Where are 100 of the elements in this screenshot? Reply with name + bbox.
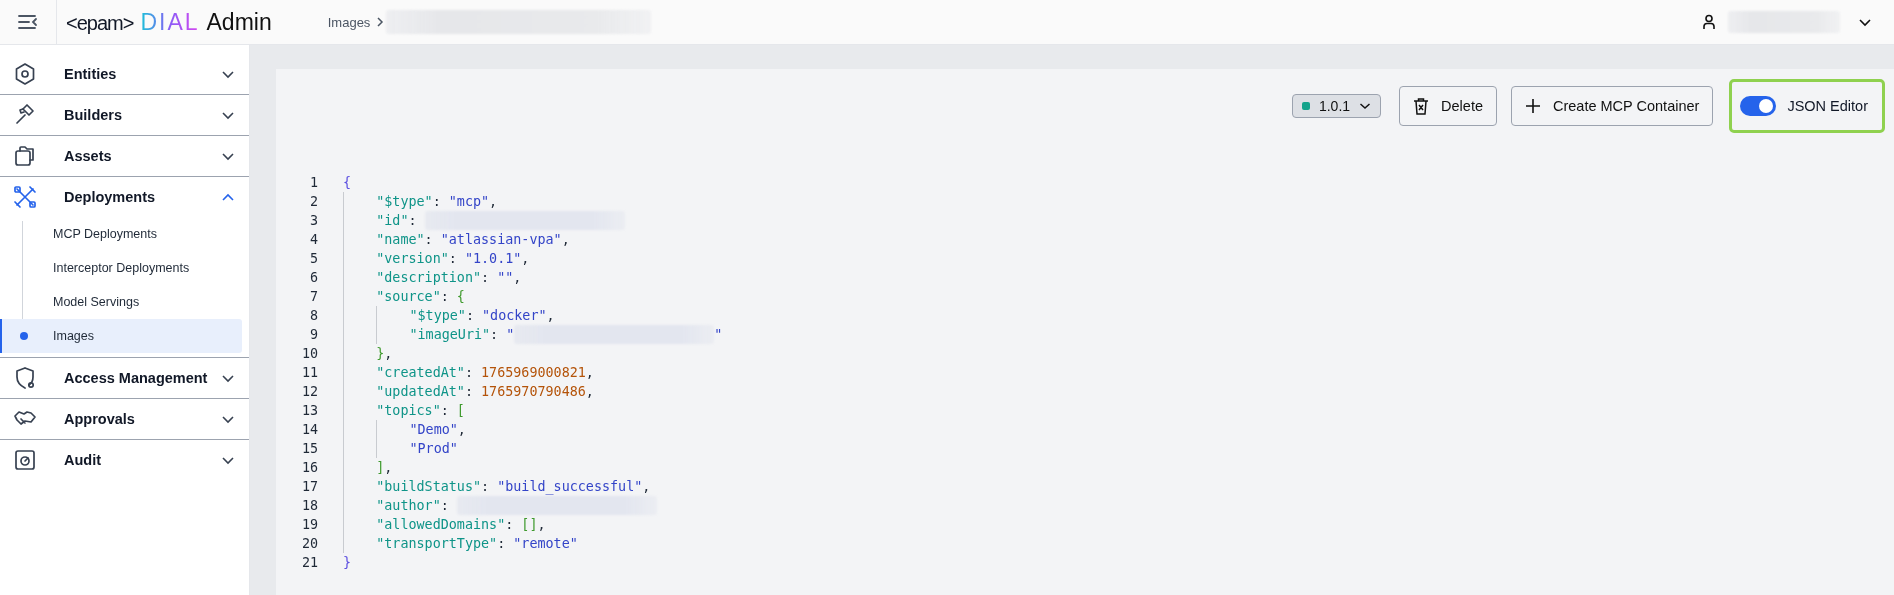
line-number: 16 [300,460,318,475]
sidebar-item[interactable]: Images [0,319,242,353]
json-punctuation: , [585,365,594,380]
chevron-down-icon [221,373,235,383]
json-bracket: } [343,555,352,570]
hammer-icon [13,103,37,127]
gauge-icon [13,448,37,472]
json-punctuation: , [457,422,466,437]
shield-icon [13,366,37,390]
json-bracket: ] [376,460,385,475]
trash-icon [1413,97,1430,115]
json-key: "allowedDomains" [376,517,506,532]
json-string: "build_successful" [497,479,643,494]
chevron-down-icon [1359,102,1372,110]
json-punctuation: : [481,270,491,285]
chevron-down-icon [221,414,235,424]
chevron-up-icon [221,192,235,202]
json-key: "id" [376,213,409,228]
json-bracket: { [343,175,352,190]
json-punctuation: , [642,479,651,494]
json-punctuation: : [490,327,500,342]
chevron-down-icon [221,110,235,120]
json-punctuation: , [521,251,530,266]
json-string: "" [497,270,514,285]
line-number: 6 [308,270,318,285]
json-string: "mcp" [448,194,490,209]
json-punctuation: , [585,384,594,399]
chevron-down-icon[interactable] [1858,17,1872,27]
line-number: 19 [300,517,318,532]
json-number: 1765969000821 [481,365,586,380]
json-punctuation: : [505,517,515,532]
line-number: 2 [308,194,318,209]
json-punctuation: , [537,517,546,532]
json-punctuation: : [408,213,418,228]
line-number: 17 [300,479,318,494]
json-punctuation: : [497,536,507,551]
json-key: "createdAt" [376,365,465,380]
line-number: 1 [308,175,318,190]
version-select[interactable]: 1.0.1 [1291,94,1382,118]
sidebar-section[interactable]: Deployments [0,177,249,217]
logo-suffix: Admin [206,8,272,36]
json-string: "docker" [482,308,547,323]
sidebar-item[interactable]: Interceptor Deployments [0,251,242,285]
breadcrumb-link[interactable]: Images [327,14,371,30]
json-punctuation: : [481,479,491,494]
line-number: 18 [300,498,318,513]
json-key: "name" [376,232,425,247]
json-punctuation: , [384,346,393,361]
json-punctuation: , [489,194,498,209]
line-number: 12 [300,384,318,399]
json-punctuation: : [432,194,442,209]
json-bracket: [] [521,517,538,532]
json-key: "author" [376,498,441,513]
line-number: 11 [300,365,318,380]
json-punctuation: : [448,251,458,266]
json-punctuation: : [424,232,434,247]
menu-collapse-icon[interactable] [17,13,39,31]
delete-button[interactable]: Delete [1399,86,1497,126]
json-key: "$type" [376,194,433,209]
hexagon-icon [13,62,37,86]
json-punctuation: : [465,308,475,323]
toggle-label: JSON Editor [1787,98,1868,114]
folders-icon [13,144,37,168]
sidebar-section[interactable]: Builders [0,95,249,135]
sidebar-item[interactable]: MCP Deployments [0,217,242,251]
line-number: 14 [300,422,318,437]
json-punctuation: : [464,365,474,380]
line-number: 4 [308,232,318,247]
json-key: "source" [376,289,441,304]
sidebar-section[interactable]: Approvals [0,399,249,439]
line-number: 20 [300,536,318,551]
json-punctuation: : [464,384,474,399]
sidebar-section[interactable]: Audit [0,440,249,480]
line-number: 9 [308,327,318,342]
json-bracket: { [456,289,465,304]
json-string: "Demo" [409,422,458,437]
json-string: "remote" [513,536,578,551]
json-string: " [714,327,723,342]
json-string: "1.0.1" [464,251,522,266]
line-number: 3 [308,213,318,228]
json-punctuation: : [440,498,450,513]
line-number: 13 [300,403,318,418]
chevron-right-icon [376,16,385,28]
json-string: " [506,327,515,342]
sidebar-section[interactable]: Assets [0,136,249,176]
json-punctuation: : [440,289,450,304]
sidebar-section[interactable]: Entities [0,54,249,94]
line-number: 15 [300,441,318,456]
user-icon[interactable] [1702,14,1716,30]
sidebar-item[interactable]: Model Servings [0,285,242,319]
toggle-switch[interactable] [1740,96,1777,116]
json-key: "transportType" [376,536,498,551]
line-number: 21 [300,555,318,570]
json-number: 1765970790486 [481,384,586,399]
chevron-down-icon [221,455,235,465]
create-container-button[interactable]: Create MCP Container [1511,86,1714,126]
json-key: "version" [376,251,449,266]
sidebar-section[interactable]: Access Management [0,358,249,398]
chevron-down-icon [221,151,235,161]
json-bracket: } [376,346,385,361]
